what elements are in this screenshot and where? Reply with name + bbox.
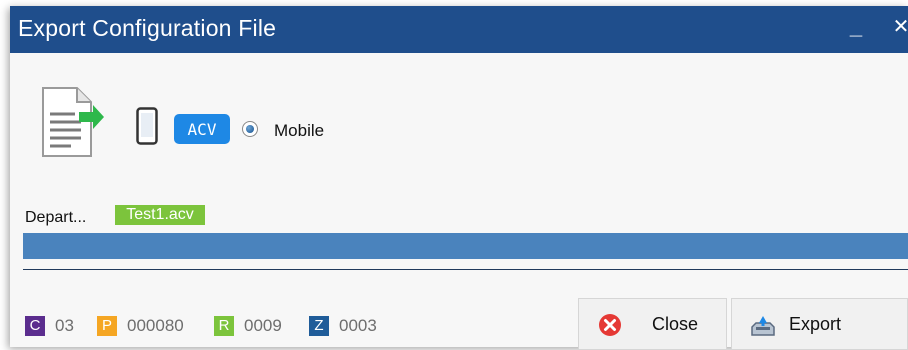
department-label: Depart... [25, 209, 87, 226]
export-progress-bar [23, 233, 908, 259]
window-title: Export Configuration File [18, 15, 277, 41]
close-button-label: Close [652, 314, 699, 334]
counter-c: C 03 [25, 315, 74, 337]
title-bar[interactable]: Export Configuration File _ ✕ [10, 6, 908, 53]
counter-p-value: 000080 [127, 316, 184, 335]
counter-p-badge: P [97, 316, 117, 336]
counter-r: R 0009 [214, 315, 282, 337]
counter-r-value: 0009 [244, 316, 282, 335]
mobile-phone-icon [136, 107, 158, 145]
window-close-button[interactable]: ✕ [890, 14, 908, 40]
counter-z: Z 0003 [309, 315, 377, 337]
close-circle-icon [599, 314, 621, 336]
mobile-radio[interactable] [242, 121, 258, 137]
file-name-tag: Test1.acv [115, 205, 205, 225]
radio-selected-dot [246, 125, 254, 133]
export-document-icon [42, 87, 104, 157]
close-button[interactable]: Close [578, 298, 727, 350]
divider [23, 269, 908, 270]
export-button-label: Export [789, 314, 842, 334]
export-button[interactable]: Export [731, 298, 908, 350]
progress-fill [23, 233, 908, 259]
export-tray-icon [751, 316, 775, 336]
acv-format-badge: ACV [174, 114, 230, 144]
mobile-radio-label[interactable]: Mobile [274, 121, 324, 141]
export-config-dialog: Export Configuration File _ ✕ ACV Mobile… [10, 6, 908, 350]
counter-c-value: 03 [55, 316, 74, 335]
counter-r-badge: R [214, 316, 234, 336]
counter-z-value: 0003 [339, 316, 377, 335]
minimize-button[interactable]: _ [845, 14, 867, 40]
counter-c-badge: C [25, 316, 45, 336]
counter-z-badge: Z [309, 316, 329, 336]
counter-p: P 000080 [97, 315, 184, 337]
